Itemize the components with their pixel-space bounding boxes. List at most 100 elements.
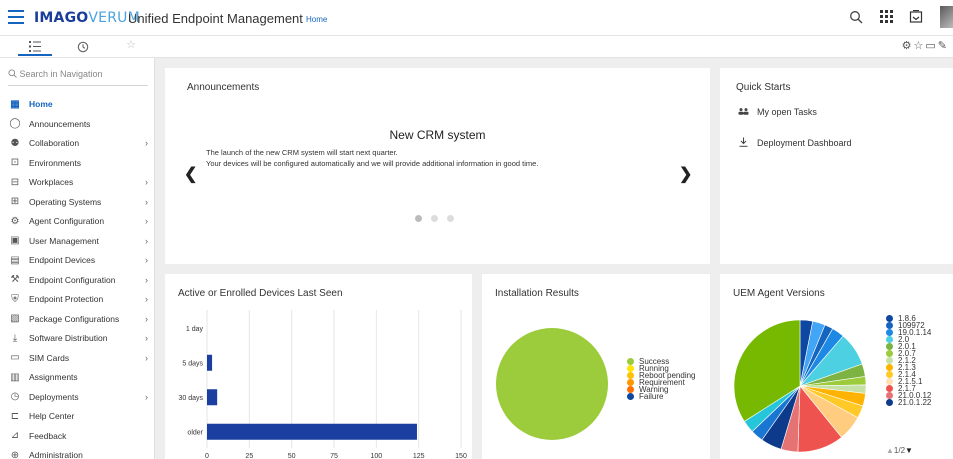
sidebar-item-label: Endpoint Protection xyxy=(29,294,104,304)
sidebar-item-sim-cards[interactable]: ▭ SIM Cards › xyxy=(8,350,148,366)
chevron-right-icon: › xyxy=(145,333,148,343)
quick-start-label: Deployment Dashboard xyxy=(757,138,852,148)
x-tick-label: 150 xyxy=(455,453,467,459)
legend-color-dot xyxy=(886,357,893,364)
quick-starts-card: Quick Starts My open Tasks Deployment Da… xyxy=(720,68,953,264)
legend-item[interactable]: 21.0.1.22 xyxy=(886,399,931,407)
bar-older[interactable] xyxy=(207,423,417,440)
sidebar-item-administration[interactable]: ⊕ Administration xyxy=(8,447,148,459)
legend-color-dot xyxy=(886,378,893,385)
chevron-right-icon: › xyxy=(145,274,148,285)
sidebar-item-label: Environments xyxy=(29,157,81,168)
announcement-line-2: Your devices will be configured automati… xyxy=(206,159,539,168)
installation-chart-title: Installation Results xyxy=(495,288,579,299)
legend-label: Failure xyxy=(639,392,664,401)
admin-icon: ⊕ xyxy=(10,449,20,459)
quick-start-deployment-dashboard[interactable]: Deployment Dashboard xyxy=(737,137,852,149)
x-tick-label: 50 xyxy=(288,453,296,459)
sidebar-item-deployments[interactable]: ◷ Deployments › xyxy=(8,389,148,405)
chevron-right-icon: › xyxy=(145,294,148,304)
top-bar: IMAGOVERUM Unified Endpoint Management H… xyxy=(0,0,953,36)
inbox-icon[interactable] xyxy=(908,9,924,26)
settings-gear-icon[interactable]: ⚙ xyxy=(902,40,914,52)
carousel-dot-2[interactable] xyxy=(431,215,438,222)
sidebar-item-label: Home xyxy=(29,99,53,109)
sidebar-item-label: Operating Systems xyxy=(29,196,102,207)
legend-color-dot xyxy=(886,385,893,392)
sidebar-item-label: Administration xyxy=(29,450,83,459)
sidebar-item-user-management[interactable]: ▣ User Management › xyxy=(8,233,148,249)
sidebar-item-assignments[interactable]: ▥ Assignments xyxy=(8,369,148,385)
search-placeholder: Search in Navigation xyxy=(19,69,103,79)
sidebar-item-endpoint-devices[interactable]: ▤ Endpoint Devices › xyxy=(8,252,148,268)
agent-versions-card: UEM Agent Versions 1.8.6 109972 19.0.1.14 2… xyxy=(720,274,953,459)
search-icon[interactable] xyxy=(848,10,864,26)
legend-prev-page-icon[interactable]: ▲ xyxy=(886,446,894,455)
legend-item[interactable]: Failure xyxy=(627,392,696,401)
legend-color-dot xyxy=(627,386,634,393)
home-grid-icon: ▦ xyxy=(10,98,20,110)
sidebar-item-operating-systems[interactable]: ⊞ Operating Systems › xyxy=(8,194,148,210)
history-icon[interactable] xyxy=(66,38,100,56)
sidebar-item-endpoint-configuration[interactable]: ⚒ Endpoint Configuration › xyxy=(8,272,148,288)
favorite-star-icon[interactable]: ☆ xyxy=(914,40,926,52)
legend-color-dot xyxy=(886,322,893,329)
announcement-heading: New CRM system xyxy=(389,128,486,142)
sidebar-item-help-center[interactable]: ⊏ Help Center xyxy=(8,408,148,424)
sidebar-item-label: Package Configurations xyxy=(29,313,120,324)
agent-chart-title: UEM Agent Versions xyxy=(733,288,825,299)
page-actions: ⚙☆▭✎ xyxy=(902,39,949,52)
apps-grid-icon[interactable] xyxy=(878,10,894,26)
wrench-icon: ⚒ xyxy=(10,274,20,285)
sidebar-item-software-distribution[interactable]: ⤓ Software Distribution › xyxy=(8,330,148,346)
sidebar-item-announcements[interactable]: ◯ Announcements xyxy=(8,116,148,132)
chat-icon[interactable]: ▭ xyxy=(925,40,937,52)
sidebar-item-agent-configuration[interactable]: ⚙ Agent Configuration › xyxy=(8,213,148,229)
sidebar-item-collaboration[interactable]: ⚉ Collaboration › xyxy=(8,135,148,151)
navigation-search-input[interactable]: Search in Navigation xyxy=(8,69,103,79)
previous-slide-button[interactable]: ❮ xyxy=(184,164,197,184)
brand-logo[interactable]: IMAGOVERUM xyxy=(34,10,140,26)
edit-pencil-icon[interactable]: ✎ xyxy=(938,40,949,52)
quick-start-my-open-tasks[interactable]: My open Tasks xyxy=(737,107,817,117)
clock-icon: ◷ xyxy=(10,391,20,402)
sub-toolbar: ☆ ⚙☆▭✎ xyxy=(0,36,953,58)
help-book-icon: ⊏ xyxy=(10,410,20,422)
logo-text-part1: IMAGO xyxy=(34,10,89,26)
legend-color-dot xyxy=(886,350,893,357)
sidebar-item-label: Endpoint Devices xyxy=(29,255,96,265)
sidebar-item-label: Announcements xyxy=(29,118,91,129)
legend-color-dot xyxy=(627,365,634,372)
next-slide-button[interactable]: ❯ xyxy=(679,164,692,184)
legend-color-dot xyxy=(886,392,893,399)
sidebar-item-label: Help Center xyxy=(29,411,75,421)
sidebar-item-package-configurations[interactable]: ▧ Package Configurations › xyxy=(8,311,148,327)
chevron-right-icon: › xyxy=(145,352,148,363)
sidebar-item-workplaces[interactable]: ⊟ Workplaces › xyxy=(8,174,148,190)
bar-30-days[interactable] xyxy=(207,389,218,406)
legend-page-indicator: 1/2 xyxy=(893,446,906,455)
favorites-tab-star-icon[interactable]: ☆ xyxy=(114,38,148,56)
carousel-dot-1[interactable] xyxy=(415,215,422,222)
people-icon: ⚉ xyxy=(10,137,20,149)
sidebar-item-environments[interactable]: ⊡ Environments xyxy=(8,155,148,171)
installation-result-slice[interactable] xyxy=(496,328,608,440)
legend-color-dot xyxy=(886,315,893,322)
user-avatar[interactable] xyxy=(940,6,953,28)
agent-versions-legend: 1.8.6 109972 19.0.1.14 2.0 2.0.1 2.0.7 2.1.2 2.… xyxy=(886,315,931,407)
legend-next-page-icon[interactable]: ▼ xyxy=(905,446,913,455)
assignment-icon: ▥ xyxy=(10,371,20,383)
bar-5-days[interactable] xyxy=(207,354,213,371)
navigation-list-tab[interactable] xyxy=(18,38,52,56)
hamburger-menu-icon[interactable] xyxy=(8,10,24,24)
x-tick-label: 75 xyxy=(330,453,338,459)
sidebar-item-home[interactable]: ▦ Home xyxy=(8,96,148,112)
carousel-dot-3[interactable] xyxy=(447,215,454,222)
legend-color-dot xyxy=(886,371,893,378)
sidebar-item-feedback[interactable]: ⊿ Feedback xyxy=(8,428,148,444)
sidebar-item-endpoint-protection[interactable]: ⛨ Endpoint Protection › xyxy=(8,291,148,307)
user-card-icon: ▣ xyxy=(10,235,20,246)
sidebar-item-label: Feedback xyxy=(29,430,67,441)
breadcrumb-home[interactable]: Home xyxy=(306,15,327,24)
app-title: Unified Endpoint Management xyxy=(128,11,303,26)
